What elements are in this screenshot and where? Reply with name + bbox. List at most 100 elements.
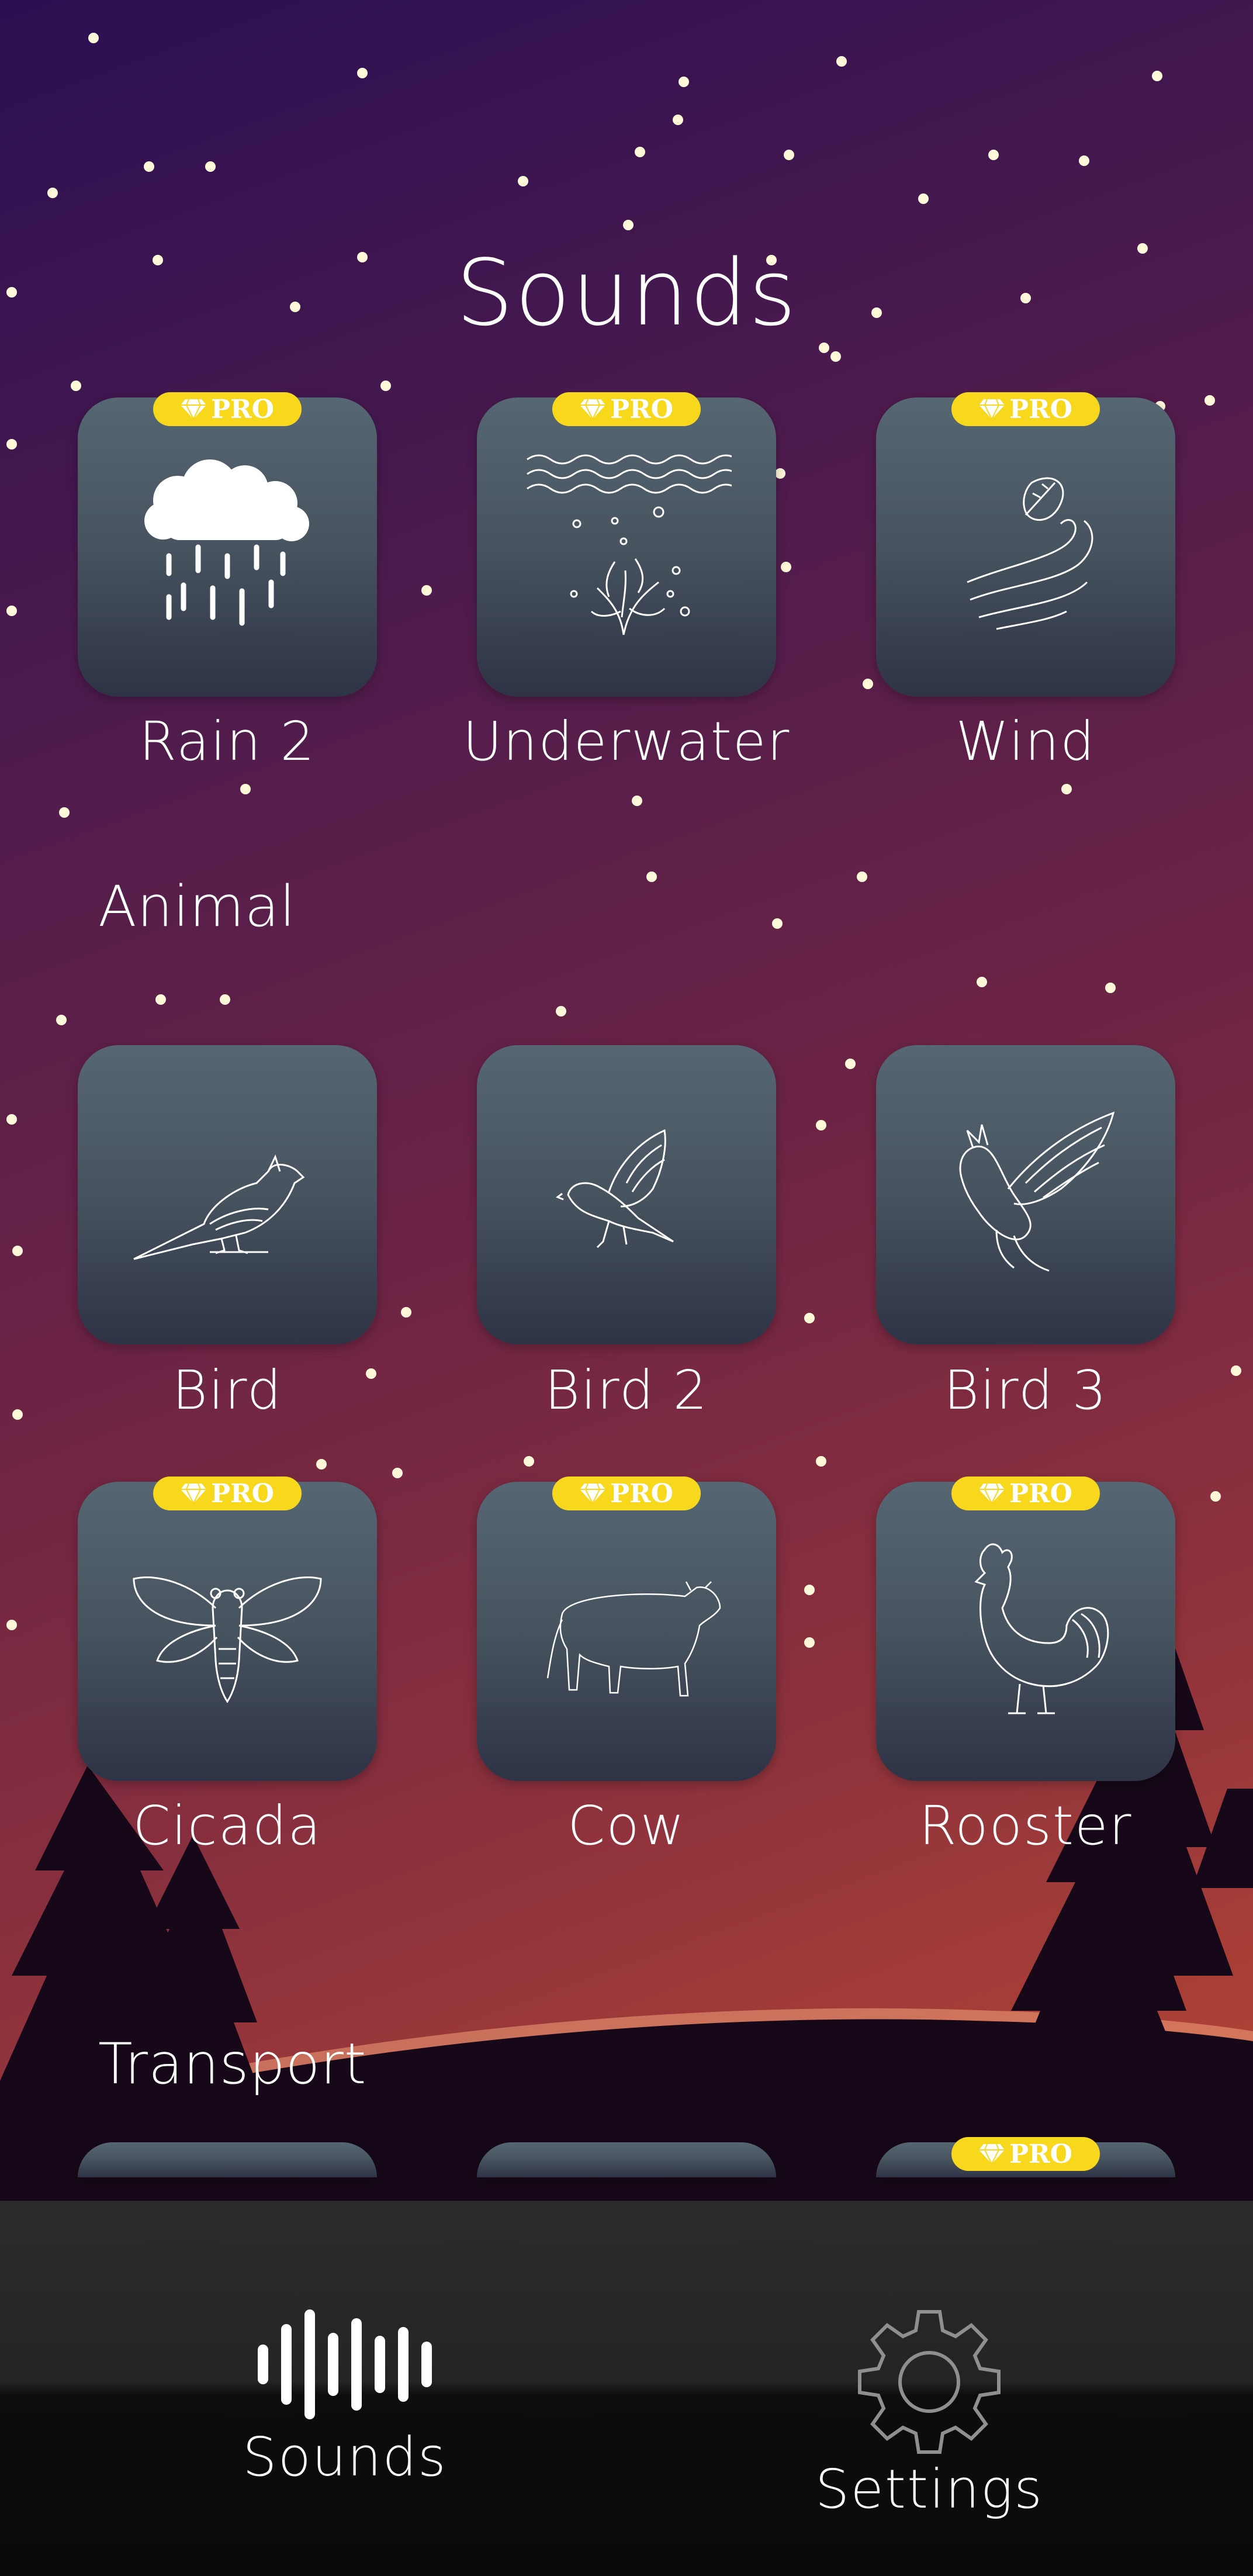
pro-badge: PRO xyxy=(552,1477,701,1510)
diamond-icon xyxy=(979,2143,1005,2164)
tile-label: Rooster xyxy=(919,1794,1133,1857)
star xyxy=(804,1313,815,1323)
pro-badge: PRO xyxy=(153,1477,302,1510)
diamond-icon xyxy=(979,1483,1005,1504)
tile-label: Cicada xyxy=(133,1794,322,1857)
star xyxy=(392,1468,403,1478)
star xyxy=(804,1585,815,1595)
star xyxy=(155,994,166,1005)
sound-tile-transport[interactable] xyxy=(78,2142,377,2177)
tile-label: Bird 3 xyxy=(943,1359,1108,1422)
tile-label: Bird 2 xyxy=(544,1359,709,1422)
star xyxy=(144,161,154,172)
cockatoo-icon xyxy=(959,1111,1115,1272)
star xyxy=(1105,983,1116,993)
star xyxy=(421,585,432,596)
sound-tile-bird[interactable] xyxy=(78,1045,377,1344)
star xyxy=(556,1006,566,1016)
tab-bar: Sounds Settings xyxy=(0,2201,1253,2576)
gear-icon xyxy=(858,2310,1001,2454)
sound-tile-transport[interactable] xyxy=(477,2142,776,2177)
star xyxy=(1210,1491,1221,1502)
star xyxy=(1152,71,1162,81)
star xyxy=(775,468,785,479)
sound-tile-wind[interactable] xyxy=(876,397,1175,697)
star xyxy=(646,872,657,882)
star xyxy=(518,176,528,186)
star xyxy=(12,1409,23,1420)
star xyxy=(857,872,867,882)
star xyxy=(524,1456,534,1467)
star xyxy=(380,381,391,391)
star xyxy=(240,784,251,794)
star xyxy=(830,351,841,362)
section-title-transport: Transport xyxy=(98,2031,367,2097)
tile-label: Bird xyxy=(172,1359,283,1422)
section-title-animal: Animal xyxy=(98,874,296,939)
star xyxy=(401,1307,411,1318)
pro-badge: PRO xyxy=(951,2137,1100,2171)
star xyxy=(6,1620,17,1630)
star xyxy=(205,161,216,172)
star xyxy=(804,1637,815,1648)
star xyxy=(816,1456,826,1467)
star xyxy=(6,606,17,616)
tile-label: Rain 2 xyxy=(139,710,316,773)
star xyxy=(836,56,847,67)
pro-badge: PRO xyxy=(153,392,302,426)
pro-badge: PRO xyxy=(951,392,1100,426)
star xyxy=(71,381,81,391)
star xyxy=(673,115,683,125)
sound-tile-bird-3[interactable] xyxy=(876,1045,1175,1344)
star xyxy=(863,679,873,689)
star xyxy=(679,77,689,87)
star xyxy=(12,1246,23,1256)
star xyxy=(6,439,17,449)
underwater-coral-icon xyxy=(527,454,732,635)
page-title: Sounds xyxy=(455,240,798,346)
star xyxy=(88,33,99,43)
diamond-icon xyxy=(181,399,206,420)
star xyxy=(1204,395,1215,406)
rain-cloud-icon xyxy=(144,459,309,626)
star xyxy=(988,150,999,160)
diamond-icon xyxy=(181,1483,206,1504)
tab-sounds[interactable]: Sounds xyxy=(222,2309,468,2488)
flying-bird-icon xyxy=(555,1129,674,1249)
star xyxy=(47,188,58,198)
sound-tile-underwater[interactable] xyxy=(477,397,776,697)
star xyxy=(59,807,70,818)
sound-tile-cicada[interactable] xyxy=(78,1482,377,1781)
star xyxy=(845,1059,856,1069)
star xyxy=(918,193,929,204)
star xyxy=(632,796,642,806)
tab-label: Settings xyxy=(815,2458,1044,2520)
tab-label: Sounds xyxy=(243,2426,447,2488)
sound-tile-cow[interactable] xyxy=(477,1482,776,1781)
star xyxy=(6,1114,17,1125)
star xyxy=(1079,155,1089,166)
pro-badge: PRO xyxy=(552,392,701,426)
tile-label: Wind xyxy=(956,710,1096,773)
diamond-icon xyxy=(580,1483,605,1504)
sound-tile-rooster[interactable] xyxy=(876,1482,1175,1781)
cardinal-bird-icon xyxy=(133,1154,305,1260)
tile-label: Cow xyxy=(567,1794,686,1857)
star xyxy=(316,1459,327,1469)
star xyxy=(784,150,794,160)
star xyxy=(357,68,368,78)
star xyxy=(1231,1365,1241,1376)
star xyxy=(56,1015,67,1025)
sound-wave-icon xyxy=(258,2309,432,2419)
wind-leaf-icon xyxy=(967,477,1093,630)
tile-label: Underwater xyxy=(462,710,791,773)
sound-tile-bird-2[interactable] xyxy=(477,1045,776,1344)
star xyxy=(220,994,230,1005)
pro-badge: PRO xyxy=(951,1477,1100,1510)
star xyxy=(816,1120,826,1130)
rooster-icon xyxy=(974,1543,1109,1714)
tab-settings[interactable]: Settings xyxy=(807,2300,1052,2520)
star xyxy=(977,977,987,987)
sound-tile-rain-2[interactable] xyxy=(78,397,377,697)
cicada-icon xyxy=(133,1576,322,1703)
